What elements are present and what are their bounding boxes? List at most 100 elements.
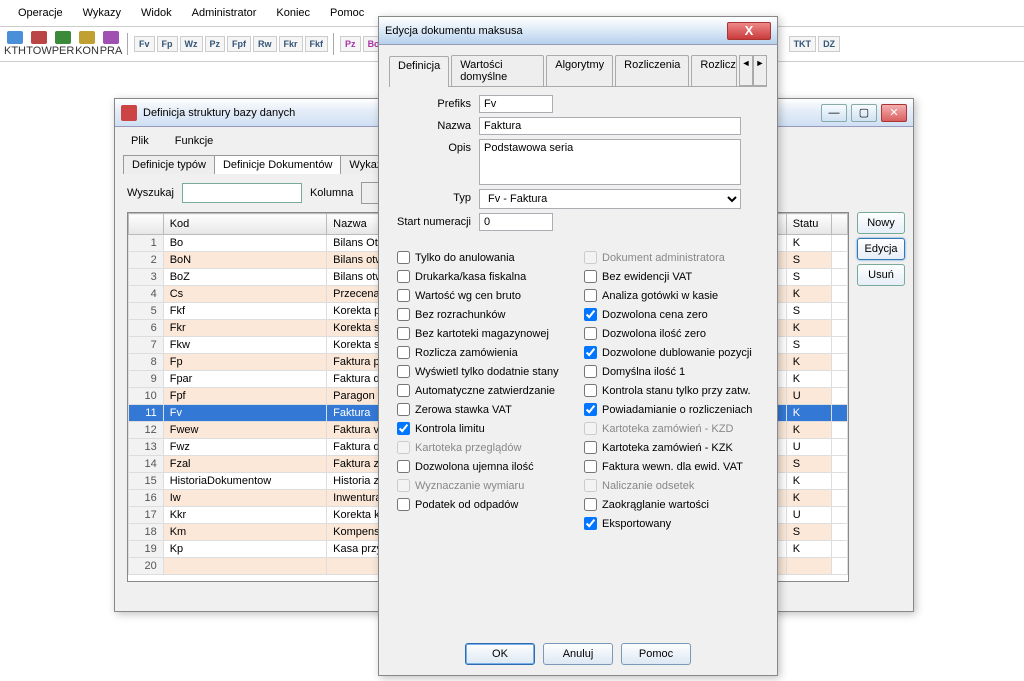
maximize-button[interactable]: ▢ bbox=[851, 104, 877, 122]
checkbox[interactable] bbox=[397, 422, 410, 435]
check-right-6[interactable]: Domyślna ilość 1 bbox=[584, 365, 759, 378]
toolbar-rw[interactable]: Rw bbox=[253, 36, 277, 52]
check-right-11[interactable]: Faktura wewn. dla ewid. VAT bbox=[584, 460, 759, 473]
menu-koniec[interactable]: Koniec bbox=[266, 4, 320, 22]
toolbar-kon[interactable]: KON bbox=[76, 31, 98, 57]
checkbox[interactable] bbox=[397, 251, 410, 264]
close-button[interactable]: ✕ bbox=[881, 104, 907, 122]
checkbox[interactable] bbox=[584, 384, 597, 397]
check-right-14[interactable]: Eksportowany bbox=[584, 517, 759, 530]
checkbox[interactable] bbox=[584, 441, 597, 454]
checkbox[interactable] bbox=[397, 289, 410, 302]
toolbar-tow[interactable]: TOW bbox=[28, 31, 50, 57]
tab-definicje-dokumentow[interactable]: Definicje Dokumentów bbox=[214, 155, 341, 174]
check-left-5[interactable]: Rozlicza zamówienia bbox=[397, 346, 572, 359]
menu-plik[interactable]: Plik bbox=[125, 133, 155, 149]
pomoc-button[interactable]: Pomoc bbox=[621, 643, 691, 665]
check-right-2[interactable]: Analiza gotówki w kasie bbox=[584, 289, 759, 302]
menu-widok[interactable]: Widok bbox=[131, 4, 182, 22]
check-right-13[interactable]: Zaokrąglanie wartości bbox=[584, 498, 759, 511]
checkbox[interactable] bbox=[584, 365, 597, 378]
nazwa-input[interactable] bbox=[479, 117, 741, 135]
check-left-7[interactable]: Automatyczne zatwierdzanie bbox=[397, 384, 572, 397]
checkbox bbox=[584, 479, 597, 492]
checkbox[interactable] bbox=[584, 270, 597, 283]
checkbox[interactable] bbox=[584, 346, 597, 359]
menu-funkcje[interactable]: Funkcje bbox=[169, 133, 220, 149]
tab-scroll-right[interactable]: ► bbox=[753, 55, 767, 86]
toolbar-dz[interactable]: DZ bbox=[818, 36, 840, 52]
tab-rozliczenia[interactable]: Rozliczenia bbox=[615, 55, 689, 86]
window-icon bbox=[121, 105, 137, 121]
checkbox[interactable] bbox=[584, 327, 597, 340]
checkbox[interactable] bbox=[397, 498, 410, 511]
checkbox[interactable] bbox=[397, 327, 410, 340]
check-right-5[interactable]: Dozwolone dublowanie pozycji bbox=[584, 346, 759, 359]
toolbar-fpf[interactable]: Fpf bbox=[227, 36, 251, 52]
toolbar-fv[interactable]: Fv bbox=[134, 36, 155, 52]
tab-definicje-typow[interactable]: Definicje typów bbox=[123, 155, 215, 174]
minimize-button[interactable]: — bbox=[821, 104, 847, 122]
checkbox[interactable] bbox=[397, 460, 410, 473]
menu-administrator[interactable]: Administrator bbox=[182, 4, 267, 22]
checkbox[interactable] bbox=[584, 308, 597, 321]
checkbox[interactable] bbox=[584, 403, 597, 416]
typ-select[interactable]: Fv - Faktura bbox=[479, 189, 741, 209]
check-right-1[interactable]: Bez ewidencji VAT bbox=[584, 270, 759, 283]
nowy-button[interactable]: Nowy bbox=[857, 212, 905, 234]
checkbox[interactable] bbox=[584, 517, 597, 530]
check-left-8[interactable]: Zerowa stawka VAT bbox=[397, 403, 572, 416]
check-left-13[interactable]: Podatek od odpadów bbox=[397, 498, 572, 511]
toolbar-tkt[interactable]: TKT bbox=[789, 36, 817, 52]
checkbox[interactable] bbox=[584, 289, 597, 302]
check-right-7[interactable]: Kontrola stanu tylko przy zatw. bbox=[584, 384, 759, 397]
toolbar-pz-2[interactable]: Pz bbox=[340, 36, 361, 52]
toolbar-pra[interactable]: PRA bbox=[100, 31, 122, 57]
tab-definicja[interactable]: Definicja bbox=[389, 56, 449, 87]
checkbox[interactable] bbox=[397, 403, 410, 416]
toolbar-per[interactable]: PER bbox=[52, 31, 74, 57]
ok-button[interactable]: OK bbox=[465, 643, 535, 665]
check-left-0[interactable]: Tylko do anulowania bbox=[397, 251, 572, 264]
check-left-3[interactable]: Bez rozrachunków bbox=[397, 308, 572, 321]
tab-wartosci-domyslne[interactable]: Wartości domyślne bbox=[451, 55, 544, 86]
checkbox[interactable] bbox=[397, 270, 410, 283]
check-left-6[interactable]: Wyświetl tylko dodatnie stany bbox=[397, 365, 572, 378]
check-left-1[interactable]: Drukarka/kasa fiskalna bbox=[397, 270, 572, 283]
check-label: Zerowa stawka VAT bbox=[415, 404, 512, 416]
toolbar-wz[interactable]: Wz bbox=[180, 36, 203, 52]
opis-input[interactable]: Podstawowa seria bbox=[479, 139, 741, 185]
prefiks-input[interactable] bbox=[479, 95, 553, 113]
edycja-button[interactable]: Edycja bbox=[857, 238, 905, 260]
check-right-8[interactable]: Powiadamianie o rozliczeniach bbox=[584, 403, 759, 416]
menu-wykazy[interactable]: Wykazy bbox=[73, 4, 131, 22]
menu-pomoc[interactable]: Pomoc bbox=[320, 4, 374, 22]
checkbox[interactable] bbox=[397, 308, 410, 321]
anuluj-button[interactable]: Anuluj bbox=[543, 643, 613, 665]
tab-algorytmy[interactable]: Algorytmy bbox=[546, 55, 613, 86]
tab-scroll-left[interactable]: ◄ bbox=[739, 55, 753, 86]
start-numeracji-input[interactable] bbox=[479, 213, 553, 231]
checkbox[interactable] bbox=[397, 384, 410, 397]
search-input[interactable] bbox=[182, 183, 302, 203]
check-right-10[interactable]: Kartoteka zamówień - KZK bbox=[584, 441, 759, 454]
tab-rozliczen-more[interactable]: Rozliczen bbox=[691, 55, 737, 86]
check-left-9[interactable]: Kontrola limitu bbox=[397, 422, 572, 435]
checkbox[interactable] bbox=[397, 346, 410, 359]
menu-operacje[interactable]: Operacje bbox=[8, 4, 73, 22]
toolbar-kth[interactable]: KTH bbox=[4, 31, 26, 57]
toolbar-fkf[interactable]: Fkf bbox=[305, 36, 329, 52]
toolbar-pz[interactable]: Pz bbox=[205, 36, 226, 52]
dialog-close-button[interactable]: X bbox=[727, 22, 771, 40]
check-right-4[interactable]: Dozwolona ilość zero bbox=[584, 327, 759, 340]
check-left-4[interactable]: Bez kartoteki magazynowej bbox=[397, 327, 572, 340]
usun-button[interactable]: Usuń bbox=[857, 264, 905, 286]
toolbar-fkr[interactable]: Fkr bbox=[279, 36, 303, 52]
checkbox[interactable] bbox=[584, 498, 597, 511]
check-right-3[interactable]: Dozwolona cena zero bbox=[584, 308, 759, 321]
check-left-2[interactable]: Wartość wg cen bruto bbox=[397, 289, 572, 302]
checkbox[interactable] bbox=[397, 365, 410, 378]
checkbox[interactable] bbox=[584, 460, 597, 473]
toolbar-fp[interactable]: Fp bbox=[157, 36, 178, 52]
check-left-11[interactable]: Dozwolona ujemna ilość bbox=[397, 460, 572, 473]
